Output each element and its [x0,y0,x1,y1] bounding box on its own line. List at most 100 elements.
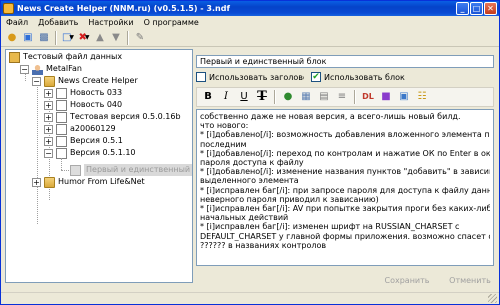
editor-line: * [i]добавлено[/i]: возможность добавлен… [200,130,490,140]
use-block-label: Использовать блок [324,72,405,82]
tree-line [37,80,38,224]
maximize-button[interactable]: □ [470,2,483,15]
tree-node[interactable]: + Новость 040 [44,99,122,111]
doc-icon [56,111,67,123]
expand-icon[interactable]: + [44,100,53,110]
tree-node-label: Новость 033 [70,88,123,97]
toolbar-separator [127,30,129,45]
block-title-input[interactable]: Первый и единственный блок [196,55,494,68]
format-separator [354,90,356,104]
user-icon [32,63,43,75]
tree-node[interactable]: − News Create Helper [32,75,138,87]
resize-grip-icon[interactable] [488,294,497,303]
tree-view[interactable]: Тестовый файл данных − MetalFan − News C… [5,49,193,283]
collapse-icon[interactable]: − [32,76,41,86]
tree-node-label: Humor From Life&Net [58,177,145,186]
color-icon[interactable]: ■ [378,89,394,105]
editor-line: неверного пароля приводил к зависанию) [200,194,379,204]
content-editor[interactable]: собственно даже не новая версия, а всего… [196,109,494,266]
insert-file-icon[interactable]: ▤ [316,89,332,105]
italic-button[interactable]: I [218,89,234,105]
new-file-icon[interactable]: ▣ [21,31,35,45]
list-button[interactable]: DL [360,89,376,105]
tree-node-label: Новость 040 [70,100,123,109]
tree-node[interactable]: − Версия 0.5.1.10 [44,147,136,159]
use-block-checkbox[interactable]: ✔ [311,72,321,82]
hide-icon[interactable]: ☷ [414,89,430,105]
editor-line: * [i]добавлено[/i]: переход по контролам… [200,148,490,158]
underline-button[interactable]: U [236,89,252,105]
editor-line: что нового: [200,121,249,131]
expand-icon[interactable]: + [44,112,53,122]
main-window: News Create Helper (NNM.ru) (v0.5.1.5) -… [0,0,500,305]
tree-node[interactable]: + Версия 0.5.1 [44,135,123,147]
app-icon [3,3,14,14]
doc-icon [56,87,67,99]
folder-icon [44,75,55,87]
strikethrough-button[interactable]: T [254,89,270,105]
move-down-icon[interactable]: ▼ [109,31,123,45]
editor-line: собственно даже не новая версия, а всего… [200,112,461,121]
tree-line [61,170,69,171]
tree-node-selected[interactable]: Первый и единственный блок [70,164,192,176]
insert-image-icon[interactable]: ▦ [298,89,314,105]
tree-node[interactable]: + Humor From Life&Net [32,176,145,188]
move-up-icon[interactable]: ▲ [93,31,107,45]
tree-node-label: News Create Helper [58,76,138,85]
menu-settings[interactable]: Настройки [83,16,138,29]
tree-node-label: a20060129 [70,124,116,133]
insert-link-icon[interactable]: ● [280,89,296,105]
editor-line: * [i]добавлено[/i]: изменение названия п… [200,167,490,177]
minimize-button[interactable]: _ [456,2,469,15]
insert-quote-icon[interactable]: ≡ [334,89,350,105]
save-button[interactable]: Сохранить [381,273,433,289]
use-heading-checkbox[interactable] [196,72,206,82]
root-icon [9,51,20,63]
tree-node-label: Версия 0.5.1 [70,136,123,145]
tree-node-label: Тестовый файл данных [23,52,123,61]
collapse-icon[interactable]: − [20,64,29,74]
expand-icon[interactable]: + [44,136,53,146]
tree-node[interactable]: + Тестовая версия 0.5.0.16b [44,111,181,123]
expand-icon[interactable]: + [44,88,53,98]
editor-line: * [i]исправлен баг[/i]: AV при попытке з… [200,204,490,214]
editor-line: пароля доступа к файлу [200,158,304,168]
editor-line: начальных действий [200,213,289,223]
spoiler-icon[interactable]: ▣ [396,89,412,105]
doc-icon [56,135,67,147]
tree-node[interactable]: + Новость 033 [44,87,122,99]
format-separator [274,90,276,104]
close-button[interactable]: ✕ [484,2,497,15]
tree-node-label: Версия 0.5.1.10 [70,148,136,157]
doc-icon [56,99,67,111]
open-icon[interactable]: ● [5,31,19,45]
format-toolbar: B I U T ● ▦ ▤ ≡ DL ■ ▣ ☷ [196,87,494,107]
delete-icon[interactable]: ✖ ▼ [77,31,91,45]
editor-line: * [i]исправлен баг[/i]: при запросе паро… [200,185,490,195]
toolbar-separator [55,30,57,45]
add-item-icon[interactable]: □ ▼ [61,31,75,45]
doc-icon [56,147,67,159]
bold-button[interactable]: B [200,89,216,105]
editor-line: * [i]исправлен баг[/i]: изменен шрифт на… [200,222,460,232]
title-bar: News Create Helper (NNM.ru) (v0.5.1.5) -… [1,1,499,16]
collapse-icon[interactable]: − [44,148,53,158]
menu-add[interactable]: Добавить [33,16,83,29]
save-icon[interactable]: ▩ [37,31,51,45]
export-icon[interactable]: ✎ [133,31,147,45]
toolbar: ● ▣ ▩ □ ▼ ✖ ▼ ▲ ▼ ✎ [1,29,499,47]
expand-icon[interactable]: + [44,124,53,134]
doc-icon [56,123,67,135]
menu-file[interactable]: Файл [1,16,33,29]
tree-node[interactable]: + a20060129 [44,123,116,135]
menu-about[interactable]: О программе [139,16,204,29]
tree-node[interactable]: Тестовый файл данных [9,51,122,63]
tree-node[interactable]: − MetalFan [20,63,82,75]
folder-icon [44,176,55,188]
tree-node-label: Первый и единственный блок [84,164,192,176]
tree-node-label: Тестовая версия 0.5.0.16b [70,112,181,121]
expand-icon[interactable]: + [32,177,41,187]
menu-bar: Файл Добавить Настройки О программе [1,16,499,29]
editor-line: выделенного элемента [200,176,299,186]
cancel-button[interactable]: Отменить [444,273,496,289]
